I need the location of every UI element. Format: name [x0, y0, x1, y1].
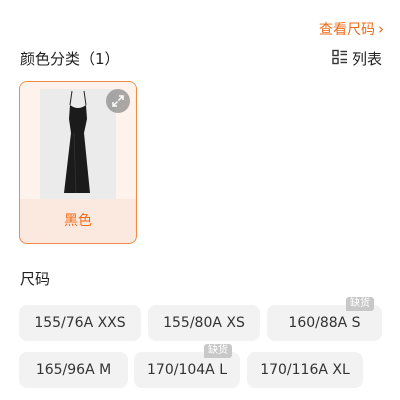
list-toggle-label: 列表 [351, 50, 382, 68]
size-guide-link[interactable]: 查看尺码 › [319, 19, 384, 39]
size-option-label: 160/88A S [288, 315, 361, 331]
size-section-title: 尺码 [20, 270, 51, 288]
size-option-label: 170/104A L [147, 362, 227, 378]
size-option-label: 170/116A XL [260, 362, 350, 378]
size-option-l[interactable]: 170/104A L 缺货 [134, 344, 240, 388]
size-option-xxs[interactable]: 155/76A XXS [19, 305, 141, 341]
size-option-label: 155/80A XS [163, 315, 245, 331]
size-option-xs[interactable]: 155/80A XS [148, 305, 260, 341]
color-thumbnail-area [20, 82, 136, 199]
color-section-title: 颜色分类（1） [20, 50, 120, 68]
list-icon [332, 49, 348, 69]
chevron-right-icon: › [378, 19, 384, 38]
dress-image [40, 89, 116, 199]
size-guide-label: 查看尺码 [319, 22, 375, 38]
size-option-s[interactable]: 160/88A S 缺货 [267, 297, 382, 341]
out-of-stock-badge: 缺货 [346, 297, 374, 311]
size-option-xl[interactable]: 170/116A XL [247, 352, 363, 388]
list-view-toggle[interactable]: 列表 [332, 48, 382, 69]
size-option-label: 155/76A XXS [34, 315, 126, 331]
size-option-m[interactable]: 165/96A M [19, 352, 128, 388]
color-option-black[interactable]: 黑色 [19, 81, 137, 244]
size-option-label: 165/96A M [35, 362, 112, 378]
out-of-stock-badge: 缺货 [204, 344, 232, 358]
color-option-label: 黑色 [64, 213, 92, 229]
expand-icon[interactable] [106, 89, 130, 113]
